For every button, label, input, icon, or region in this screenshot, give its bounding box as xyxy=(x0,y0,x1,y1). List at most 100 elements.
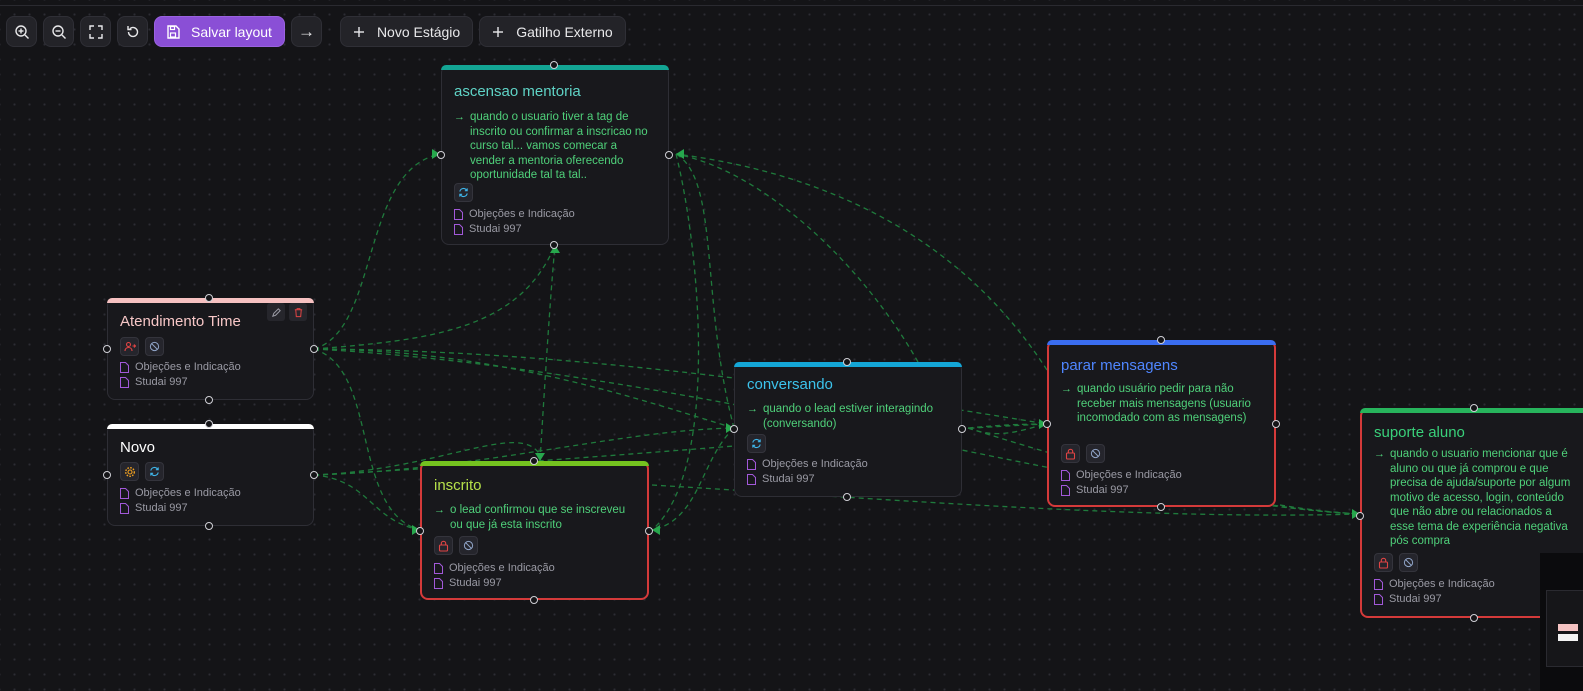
handle-left[interactable] xyxy=(437,151,445,159)
arrow-button[interactable]: → xyxy=(290,16,322,47)
user-assign-badge[interactable] xyxy=(120,337,139,356)
minimap[interactable] xyxy=(1540,553,1583,691)
handle-bottom[interactable] xyxy=(843,493,851,501)
delete-button[interactable] xyxy=(289,303,307,321)
edge-conversando-ascensao-2[interactable] xyxy=(675,153,919,363)
doc-item[interactable]: Studai 997 xyxy=(454,222,575,237)
edge-parar-ascensao[interactable] xyxy=(675,153,1048,371)
stage-title: parar mensagens xyxy=(1061,357,1178,374)
stage-trigger-text: o lead confirmou que se inscreveu ou que… xyxy=(450,504,626,531)
edge-atendimento-inscrito[interactable] xyxy=(313,348,421,531)
handle-right[interactable] xyxy=(645,527,653,535)
doc-item[interactable]: Studai 997 xyxy=(434,576,555,591)
reset-button[interactable] xyxy=(117,16,148,47)
handle-right[interactable] xyxy=(1272,420,1280,428)
stage-trigger-text: quando o lead estiver interagindo (conve… xyxy=(763,403,934,430)
arrow-right-icon: → xyxy=(454,111,465,123)
zoom-in-button[interactable] xyxy=(6,16,37,47)
handle-top[interactable] xyxy=(550,61,558,69)
stage-node-conversando[interactable]: conversando → quando o lead estiver inte… xyxy=(730,358,966,501)
block-badge[interactable] xyxy=(1399,553,1418,572)
handle-right[interactable] xyxy=(958,425,966,433)
handle-bottom[interactable] xyxy=(205,522,213,530)
sync-badge[interactable] xyxy=(145,462,164,481)
doc-item[interactable]: Objeções e Indicação xyxy=(120,360,241,375)
handle-bottom[interactable] xyxy=(1157,503,1165,511)
stage-badges xyxy=(747,434,766,453)
handle-bottom[interactable] xyxy=(1470,614,1478,622)
plus-icon xyxy=(493,26,504,37)
doc-item[interactable]: Objeções e Indicação xyxy=(1374,577,1495,592)
arrowhead xyxy=(652,525,660,535)
doc-item[interactable]: Objeções e Indicação xyxy=(747,457,868,472)
doc-name: Studai 997 xyxy=(1076,484,1129,496)
block-badge[interactable] xyxy=(145,337,164,356)
fit-view-button[interactable] xyxy=(80,16,111,47)
lock-badge[interactable] xyxy=(434,536,453,555)
doc-item[interactable]: Studai 997 xyxy=(120,501,241,516)
new-stage-button[interactable]: Novo Estágio xyxy=(339,16,474,47)
lock-badge[interactable] xyxy=(1061,444,1080,463)
handle-bottom[interactable] xyxy=(530,596,538,604)
save-layout-button[interactable]: Salvar layout xyxy=(154,16,285,47)
edge-conversando-ascensao[interactable] xyxy=(675,153,735,429)
handle-left[interactable] xyxy=(103,345,111,353)
handle-top[interactable] xyxy=(205,420,213,428)
edge-conversando-parar[interactable] xyxy=(967,423,1048,429)
handle-right[interactable] xyxy=(665,151,673,159)
handle-right[interactable] xyxy=(310,345,318,353)
handle-top[interactable] xyxy=(1157,336,1165,344)
handle-right[interactable] xyxy=(310,471,318,479)
handle-left[interactable] xyxy=(416,527,424,535)
pencil-icon xyxy=(271,307,281,317)
handle-top[interactable] xyxy=(530,457,538,465)
stage-node-atendimento-time[interactable]: Atendimento Time Objeções e Indicação St… xyxy=(103,294,318,404)
edge-parar-suporte[interactable] xyxy=(1279,504,1361,515)
stage-node-ascensao-mentoria[interactable]: ascensao mentoria → quando o usuario tiv… xyxy=(437,61,673,249)
lock-badge[interactable] xyxy=(1374,553,1393,572)
stage-docs: Objeções e Indicação Studai 997 xyxy=(120,486,241,516)
handle-left[interactable] xyxy=(103,471,111,479)
stage-trigger-text: quando o usuario mencionar que é aluno o… xyxy=(1390,448,1571,547)
stage-badges xyxy=(454,183,473,202)
handle-top[interactable] xyxy=(205,294,213,302)
sync-badge[interactable] xyxy=(454,183,473,202)
doc-item[interactable]: Studai 997 xyxy=(747,472,868,487)
zoom-out-button[interactable] xyxy=(43,16,74,47)
stage-node-novo[interactable]: Novo Objeções e Indicação Studai 997 xyxy=(103,420,318,530)
handle-left[interactable] xyxy=(1043,420,1051,428)
doc-item[interactable]: Objeções e Indicação xyxy=(1061,468,1182,483)
block-badge[interactable] xyxy=(459,536,478,555)
edge-inscrito-ascensao[interactable] xyxy=(539,244,556,462)
stage-docs: Objeções e Indicação Studai 997 xyxy=(120,360,241,390)
doc-item[interactable]: Objeções e Indicação xyxy=(120,486,241,501)
doc-name: Objeções e Indicação xyxy=(135,487,241,499)
sync-icon xyxy=(150,466,159,477)
edge-conversando-inscrito[interactable] xyxy=(651,427,735,531)
doc-item[interactable]: Studai 997 xyxy=(120,375,241,390)
save-layout-label: Salvar layout xyxy=(191,23,272,40)
external-trigger-button[interactable]: Gatilho Externo xyxy=(479,16,626,47)
handle-bottom[interactable] xyxy=(550,241,558,249)
doc-item[interactable]: Objeções e Indicação xyxy=(434,561,555,576)
sync-badge[interactable] xyxy=(747,434,766,453)
minimap-viewport[interactable] xyxy=(1546,590,1583,667)
doc-item[interactable]: Studai 997 xyxy=(1374,592,1495,607)
doc-item[interactable]: Objeções e Indicação xyxy=(454,207,575,222)
handle-bottom[interactable] xyxy=(205,396,213,404)
edge-atendimento-conversando[interactable] xyxy=(313,348,735,429)
stage-node-inscrito[interactable]: inscrito → o lead confirmou que se inscr… xyxy=(416,457,653,604)
edge-atendimento-ascensao[interactable] xyxy=(313,153,441,350)
gear-badge[interactable] xyxy=(120,462,139,481)
edge-novo-inscrito[interactable] xyxy=(313,474,421,531)
handle-left[interactable] xyxy=(730,425,738,433)
doc-item[interactable]: Studai 997 xyxy=(1061,483,1182,498)
edge-atendimento-ascensao-bottom[interactable] xyxy=(313,244,556,350)
block-badge[interactable] xyxy=(1086,444,1105,463)
handle-top[interactable] xyxy=(843,358,851,366)
edge-conversando-parar-2[interactable] xyxy=(967,423,1048,435)
edit-button[interactable] xyxy=(267,303,285,321)
stage-node-parar-mensagens[interactable]: parar mensagens → quando usuário pedir p… xyxy=(1043,336,1280,511)
handle-top[interactable] xyxy=(1470,404,1478,412)
handle-left[interactable] xyxy=(1356,512,1364,520)
